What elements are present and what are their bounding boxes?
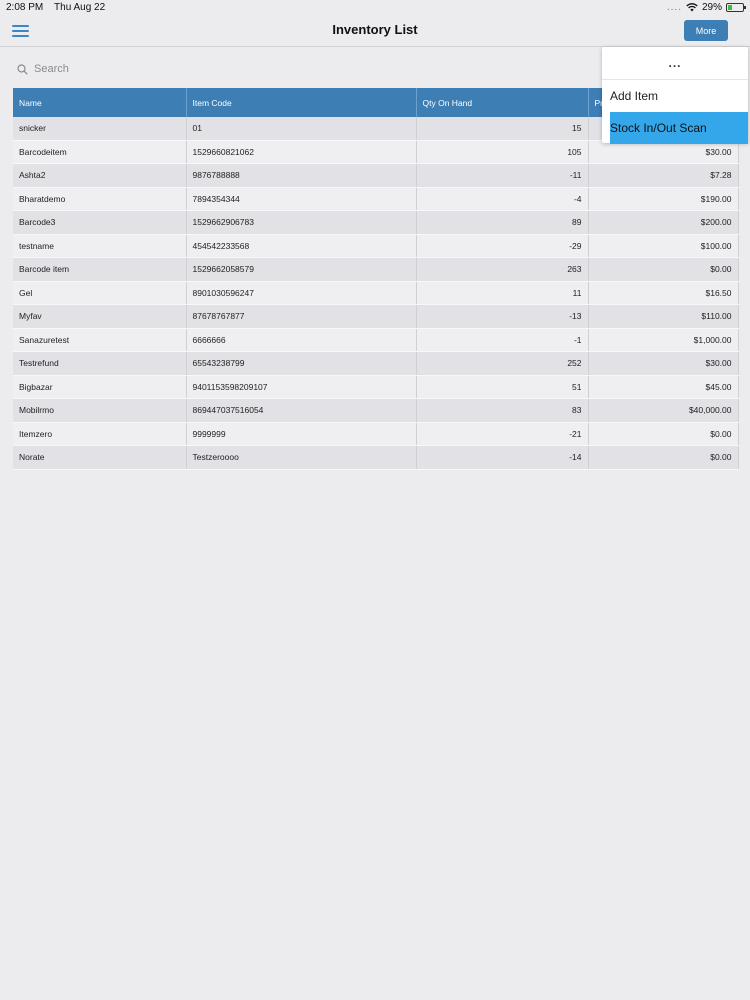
- cell-qty: 263: [416, 257, 589, 282]
- nav-bar: Inventory List More: [0, 16, 750, 47]
- cell-item-code: 01: [186, 117, 417, 141]
- search-bar[interactable]: Search: [17, 63, 69, 75]
- cell-qty: -21: [416, 422, 589, 446]
- cell-price: $0.00: [588, 422, 739, 446]
- cell-name: Barcode3: [13, 210, 187, 235]
- cell-price: $100.00: [588, 234, 739, 258]
- cell-name: Testrefund: [13, 351, 187, 376]
- cell-price: $1,000.00: [588, 328, 739, 352]
- cell-name: Bigbazar: [13, 375, 187, 399]
- more-button[interactable]: More: [684, 20, 728, 41]
- status-date: Thu Aug 22: [54, 2, 106, 13]
- cell-price: $30.00: [588, 351, 739, 376]
- cell-qty: 11: [416, 281, 589, 305]
- cell-qty: 252: [416, 351, 589, 376]
- cell-price: $16.50: [588, 281, 739, 305]
- cell-qty: 105: [416, 140, 589, 164]
- cell-item-code: 9876788888: [186, 163, 417, 188]
- cell-price: $45.00: [588, 375, 739, 399]
- battery-percent: 29%: [701, 2, 722, 13]
- menu-item-stock-in-out-scan[interactable]: Stock In/Out Scan: [610, 112, 748, 144]
- table-row[interactable]: Itemzero 9999999 -21 $0.00: [13, 422, 739, 446]
- table-row[interactable]: Barcode item 1529662058579 263 $0.00: [13, 257, 739, 282]
- battery-icon: [726, 3, 746, 12]
- cell-qty: -29: [416, 234, 589, 258]
- cell-price: $7.28: [588, 163, 739, 188]
- cell-qty: 89: [416, 210, 589, 235]
- cell-price: $40,000.00: [588, 398, 739, 423]
- cell-name: Sanazuretest: [13, 328, 187, 352]
- search-input[interactable]: Search: [34, 63, 69, 75]
- signal-dots: ....: [666, 2, 682, 13]
- cell-item-code: Testzeroooo: [186, 445, 417, 470]
- cell-name: Barcode item: [13, 257, 187, 282]
- table-row[interactable]: Testrefund 65543238799 252 $30.00: [13, 351, 739, 376]
- cell-qty: -14: [416, 445, 589, 470]
- table-row[interactable]: Gel 8901030596247 11 $16.50: [13, 281, 739, 305]
- cell-item-code: 9999999: [186, 422, 417, 446]
- cell-name: Itemzero: [13, 422, 187, 446]
- cell-name: Bharatdemo: [13, 187, 187, 211]
- menu-item-add-item[interactable]: Add Item: [602, 80, 748, 112]
- cell-item-code: 7894354344: [186, 187, 417, 211]
- status-bar: 2:08 PM Thu Aug 22 .... 29%: [0, 0, 750, 16]
- cell-qty: 15: [416, 117, 589, 141]
- cell-item-code: 1529662058579: [186, 257, 417, 282]
- wifi-icon: [686, 3, 698, 12]
- cell-item-code: 1529662906783: [186, 210, 417, 235]
- cell-price: $190.00: [588, 187, 739, 211]
- table-row[interactable]: Norate Testzeroooo -14 $0.00: [13, 445, 739, 470]
- cell-name: snicker: [13, 117, 187, 141]
- cell-price: $200.00: [588, 210, 739, 235]
- cell-item-code: 87678767877: [186, 304, 417, 329]
- table-row[interactable]: Mobilrmo 869447037516054 83 $40,000.00: [13, 398, 739, 423]
- cell-item-code: 1529660821062: [186, 140, 417, 164]
- cell-name: Gel: [13, 281, 187, 305]
- cell-qty: -13: [416, 304, 589, 329]
- search-icon: [17, 63, 28, 75]
- status-time: 2:08 PM: [6, 2, 44, 13]
- cell-item-code: 454542233568: [186, 234, 417, 258]
- table-row[interactable]: testname 454542233568 -29 $100.00: [13, 234, 739, 258]
- cell-name: testname: [13, 234, 187, 258]
- cell-item-code: 65543238799: [186, 351, 417, 376]
- cell-name: Norate: [13, 445, 187, 470]
- cell-name: Barcodeitem: [13, 140, 187, 164]
- cell-price: $0.00: [588, 445, 739, 470]
- more-dropdown-menu: ... Add Item Stock In/Out Scan: [602, 47, 748, 144]
- page-title: Inventory List: [332, 22, 418, 37]
- table-row[interactable]: Bigbazar 9401153598209107 51 $45.00: [13, 375, 739, 399]
- dropdown-header: ...: [602, 47, 748, 80]
- cell-item-code: 8901030596247: [186, 281, 417, 305]
- inventory-table: Name Item Code Qty On Hand Pr snicker 01 1…: [13, 88, 739, 470]
- table-row[interactable]: Myfav 87678767877 -13 $110.00: [13, 304, 739, 329]
- cell-qty: -4: [416, 187, 589, 211]
- column-header-qty-on-hand[interactable]: Qty On Hand: [416, 88, 589, 117]
- cell-item-code: 869447037516054: [186, 398, 417, 423]
- column-header-name[interactable]: Name: [13, 88, 187, 117]
- cell-qty: 83: [416, 398, 589, 423]
- column-header-item-code[interactable]: Item Code: [186, 88, 417, 117]
- cell-price: $110.00: [588, 304, 739, 329]
- cell-qty: 51: [416, 375, 589, 399]
- table-row[interactable]: Bharatdemo 7894354344 -4 $190.00: [13, 187, 739, 211]
- table-row[interactable]: Barcode3 1529662906783 89 $200.00: [13, 210, 739, 235]
- cell-item-code: 9401153598209107: [186, 375, 417, 399]
- cell-price: $0.00: [588, 257, 739, 282]
- cell-qty: -11: [416, 163, 589, 188]
- table-row[interactable]: Sanazuretest 6666666 -1 $1,000.00: [13, 328, 739, 352]
- cell-item-code: 6666666: [186, 328, 417, 352]
- table-row[interactable]: Ashta2 9876788888 -11 $7.28: [13, 163, 739, 188]
- cell-name: Ashta2: [13, 163, 187, 188]
- cell-qty: -1: [416, 328, 589, 352]
- cell-name: Mobilrmo: [13, 398, 187, 423]
- cell-name: Myfav: [13, 304, 187, 329]
